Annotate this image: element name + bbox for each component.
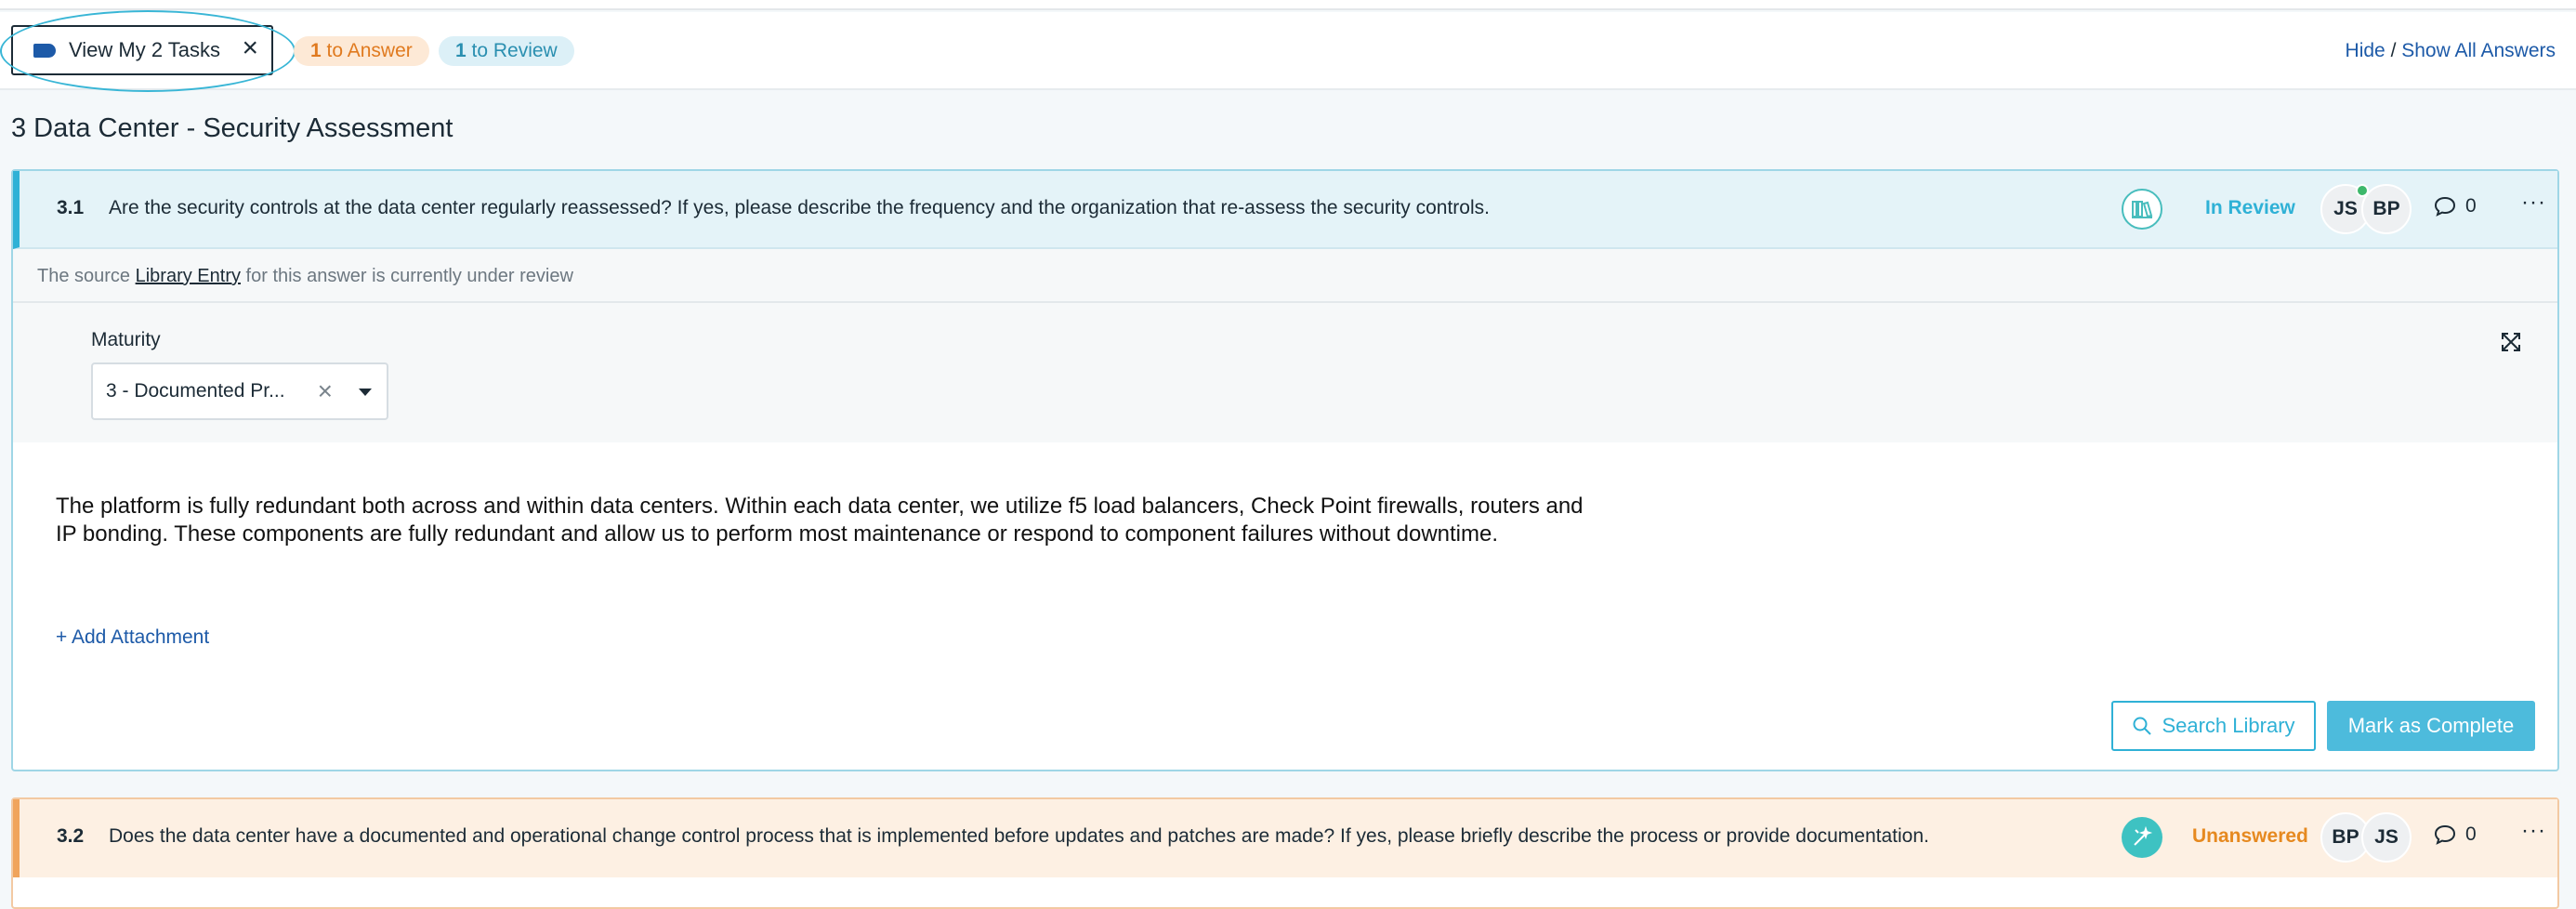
search-library-button[interactable]: Search Library: [2111, 701, 2316, 751]
comment-button[interactable]: 0: [2434, 195, 2477, 217]
mark-complete-button[interactable]: Mark as Complete: [2327, 701, 2535, 751]
search-icon: [2133, 717, 2152, 735]
search-library-label: Search Library: [2162, 714, 2295, 737]
question-card: 3.1 Are the security controls at the dat…: [11, 169, 2559, 771]
tag-icon: [33, 43, 56, 58]
avatar[interactable]: JS: [2361, 812, 2412, 863]
comment-count: 0: [2465, 195, 2477, 217]
to-review-filter[interactable]: 1 to Review: [439, 36, 574, 66]
comment-button[interactable]: 0: [2434, 823, 2477, 846]
maturity-select[interactable]: 3 - Documented Pr... ×: [91, 362, 388, 420]
task-toolbar: View My 2 Tasks × 1 to Answer 1 to Revie…: [0, 10, 2576, 92]
status-label: In Review: [2205, 197, 2295, 218]
question-text: Does the data center have a documented a…: [109, 825, 1929, 847]
source-notice: The source Library Entry for this answer…: [13, 249, 2557, 303]
top-divider: [0, 0, 2576, 10]
magic-wand-icon[interactable]: [2122, 817, 2162, 858]
to-answer-label: to Answer: [321, 40, 413, 61]
show-all-answers-link[interactable]: Show All Answers: [2401, 40, 2556, 61]
hide-answers-link[interactable]: Hide: [2346, 40, 2385, 61]
maturity-value: 3 - Documented Pr...: [106, 380, 285, 402]
question-text: Are the security controls at the data ce…: [109, 197, 1490, 218]
comment-icon: [2434, 824, 2456, 845]
to-review-count: 1: [455, 40, 467, 61]
question-header[interactable]: 3.2 Does the data center have a document…: [13, 799, 2557, 877]
maturity-label: Maturity: [91, 329, 161, 350]
source-suffix: for this answer is currently under revie…: [240, 266, 573, 286]
section-title: 3 Data Center - Security Assessment: [11, 113, 453, 143]
hide-show-answers: Hide / Show All Answers: [2346, 36, 2556, 66]
separator: /: [2385, 40, 2402, 61]
question-card: 3.2 Does the data center have a document…: [11, 797, 2559, 909]
question-number: 3.2: [57, 825, 85, 847]
question-number: 3.1: [57, 197, 85, 218]
more-icon[interactable]: ···: [2521, 190, 2546, 216]
source-prefix: The source: [37, 266, 136, 286]
to-review-label: to Review: [466, 40, 558, 61]
clear-icon[interactable]: ×: [318, 364, 333, 418]
library-entry-link[interactable]: Library Entry: [136, 266, 241, 286]
to-answer-filter[interactable]: 1 to Answer: [294, 36, 429, 66]
close-icon[interactable]: ×: [242, 34, 258, 62]
mark-complete-label: Mark as Complete: [2347, 714, 2515, 737]
to-answer-count: 1: [310, 40, 322, 61]
library-icon[interactable]: [2122, 189, 2162, 230]
answer-text[interactable]: The platform is fully redundant both acr…: [56, 493, 1608, 548]
question-header[interactable]: 3.1 Are the security controls at the dat…: [13, 171, 2557, 249]
status-label: Unanswered: [2192, 825, 2308, 847]
comment-count: 0: [2465, 823, 2477, 845]
add-attachment-link[interactable]: + Add Attachment: [56, 626, 209, 649]
maturity-panel: Maturity 3 - Documented Pr... ×: [13, 303, 2557, 442]
avatar[interactable]: BP: [2361, 184, 2412, 234]
view-my-tasks-button[interactable]: View My 2 Tasks ×: [11, 25, 273, 75]
comment-icon: [2434, 196, 2456, 217]
view-tasks-label: View My 2 Tasks: [69, 38, 221, 61]
chevron-down-icon[interactable]: [359, 389, 372, 396]
expand-icon[interactable]: [2500, 331, 2522, 358]
more-icon[interactable]: ···: [2521, 818, 2546, 844]
